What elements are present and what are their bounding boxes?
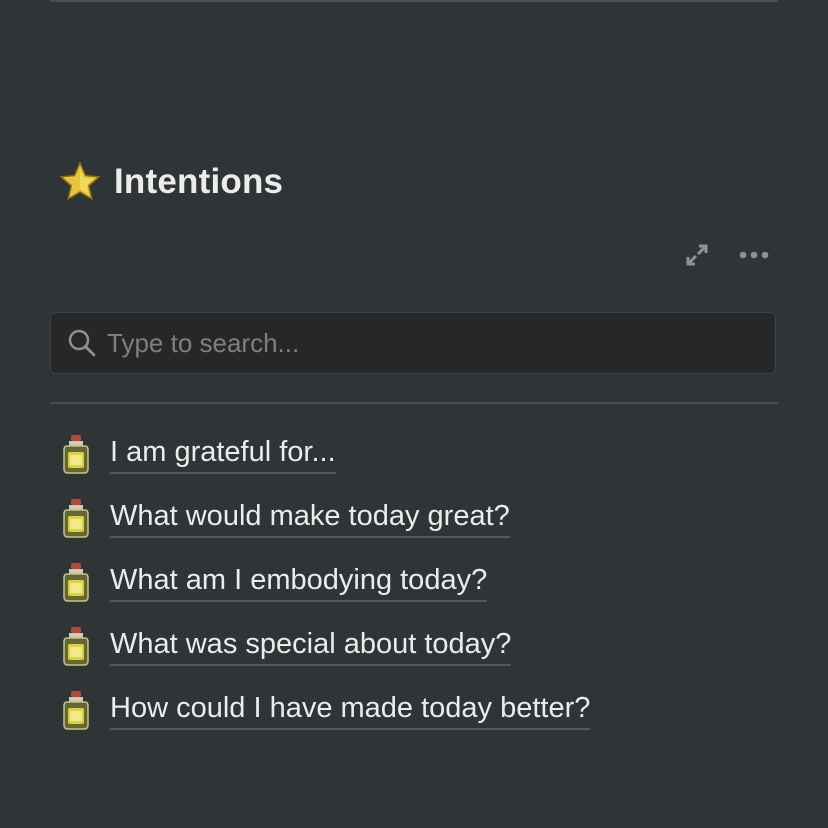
list-divider	[50, 402, 778, 404]
list-item-label: I am grateful for...	[110, 434, 336, 474]
section-header: Intentions	[56, 158, 283, 206]
star-icon	[56, 158, 104, 206]
jar-icon	[58, 624, 94, 668]
list-item[interactable]: I am grateful for...	[58, 422, 778, 486]
list-item-label: What was special about today?	[110, 626, 512, 666]
list-item-label: How could I have made today better?	[110, 690, 591, 730]
jar-icon	[58, 688, 94, 732]
list-item-label: What am I embodying today?	[110, 562, 488, 602]
jar-icon	[58, 560, 94, 604]
top-divider	[50, 0, 778, 2]
page-list: I am grateful for... What would make tod…	[58, 422, 778, 742]
list-item[interactable]: What would make today great?	[58, 486, 778, 550]
view-toolbar	[680, 238, 774, 272]
jar-icon	[58, 496, 94, 540]
list-item[interactable]: What was special about today?	[58, 614, 778, 678]
search-box	[50, 312, 776, 374]
jar-icon	[58, 432, 94, 476]
list-item[interactable]: What am I embodying today?	[58, 550, 778, 614]
list-item[interactable]: How could I have made today better?	[58, 678, 778, 742]
list-item-label: What would make today great?	[110, 498, 510, 538]
search-icon	[65, 326, 99, 360]
expand-icon[interactable]	[680, 238, 714, 272]
search-input[interactable]	[99, 312, 775, 374]
more-icon[interactable]	[734, 238, 774, 272]
section-title: Intentions	[114, 162, 284, 201]
